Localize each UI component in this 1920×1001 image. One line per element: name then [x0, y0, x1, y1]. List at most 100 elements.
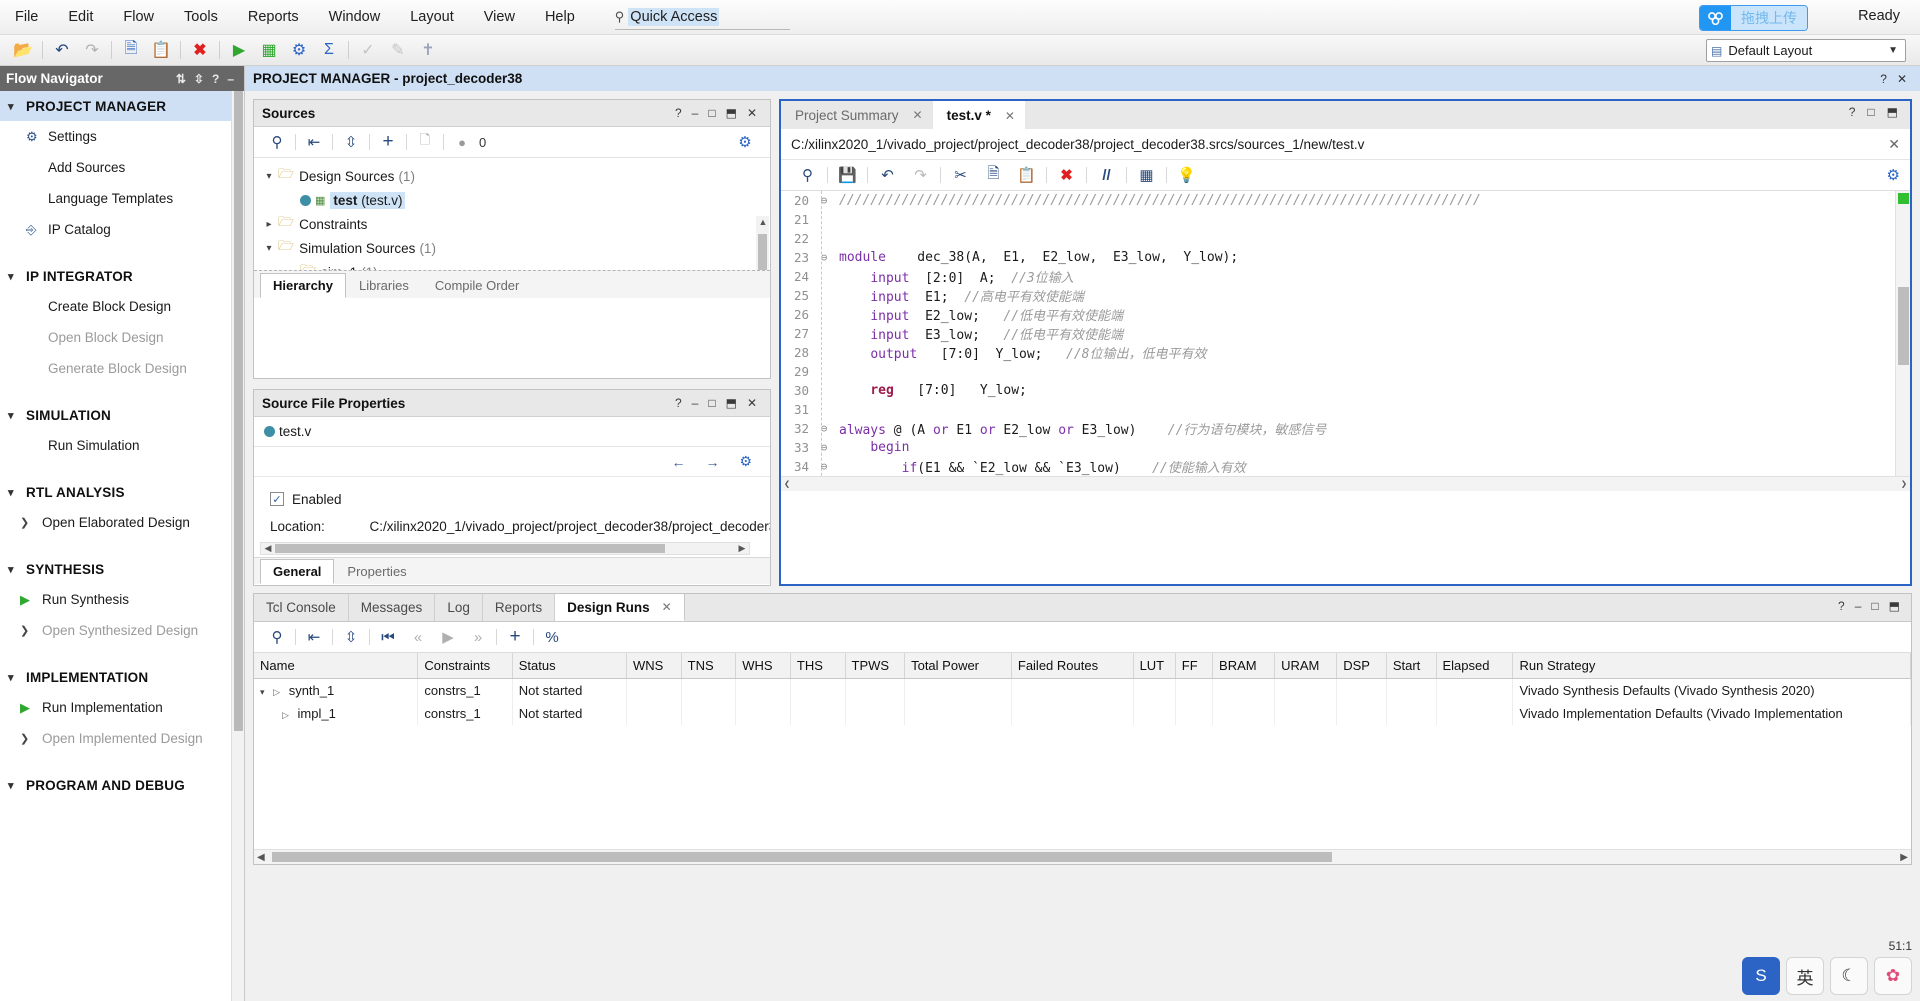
forward-arrow-icon[interactable]: →: [695, 454, 729, 470]
close-icon[interactable]: ✕: [742, 396, 762, 410]
sidebar-item-run-simulation[interactable]: Run Simulation: [0, 430, 244, 461]
sidebar-section-program-and-debug[interactable]: ▾ PROGRAM AND DEBUG: [0, 770, 244, 800]
play-icon[interactable]: ▶: [433, 625, 463, 649]
menu-item-file[interactable]: File: [0, 5, 53, 29]
paste-icon[interactable]: 📋: [1010, 163, 1043, 187]
collapse-all-icon[interactable]: ⇤: [299, 625, 329, 649]
plus-icon[interactable]: +: [500, 625, 530, 649]
menu-item-view[interactable]: View: [469, 5, 530, 29]
copy-icon[interactable]: 🗎: [116, 37, 146, 63]
col-elapsed[interactable]: Elapsed: [1436, 653, 1514, 679]
scroll-left-arrow-icon[interactable]: ◀: [257, 852, 265, 863]
scroll-left-arrow-icon[interactable]: ❮: [784, 479, 790, 490]
next-icon[interactable]: »: [463, 625, 493, 649]
close-x-icon[interactable]: ✖: [185, 37, 215, 63]
tab-hierarchy[interactable]: Hierarchy: [260, 273, 346, 298]
sfp-settings-gear-icon[interactable]: ⚙: [729, 453, 762, 470]
fold-minus-icon[interactable]: ⊖: [815, 251, 833, 264]
expand-all-icon[interactable]: ⇳: [336, 625, 366, 649]
table-row[interactable]: ▷ impl_1 constrs_1 Not started Vivado Im…: [254, 702, 1911, 725]
sidebar-section-implementation[interactable]: ▾ IMPLEMENTATION: [0, 662, 244, 692]
close-tab-icon[interactable]: ✕: [1005, 109, 1015, 123]
table-row[interactable]: ▾ ▷ synth_1 constrs_1 Not started Vivado…: [254, 678, 1911, 702]
col-constraints[interactable]: Constraints: [417, 653, 513, 679]
upload-badge[interactable]: 拖拽上传: [1699, 5, 1808, 31]
tab-reports[interactable]: Reports: [483, 594, 556, 621]
sidebar-item-open-implemented-design[interactable]: ❯ Open Implemented Design: [0, 723, 244, 754]
first-icon[interactable]: ⏮: [373, 625, 403, 649]
col-ff[interactable]: FF: [1175, 653, 1214, 679]
code-vertical-scrollbar[interactable]: [1895, 191, 1910, 491]
code-horizontal-scrollbar[interactable]: ❮ ❯: [781, 476, 1910, 491]
menu-item-tools[interactable]: Tools: [169, 5, 233, 29]
close-tab-icon[interactable]: ✕: [913, 108, 923, 122]
menu-item-help[interactable]: Help: [530, 5, 590, 29]
tab-tcl-console[interactable]: Tcl Console: [254, 594, 349, 621]
tab-test-v[interactable]: test.v * ✕: [932, 101, 1025, 129]
scroll-right-arrow-icon[interactable]: ❯: [1901, 479, 1907, 490]
col-tns[interactable]: TNS: [681, 653, 737, 679]
sidebar-section-synthesis[interactable]: ▾ SYNTHESIS: [0, 554, 244, 584]
code-scroll-thumb[interactable]: [1898, 287, 1909, 365]
menu-item-edit[interactable]: Edit: [53, 5, 108, 29]
sidebar-item-open-elaborated-design[interactable]: ❯ Open Elaborated Design: [0, 507, 244, 538]
sidebar-item-run-synthesis[interactable]: ▶ Run Synthesis: [0, 584, 244, 615]
sidebar-item-settings[interactable]: ⚙ Settings: [0, 121, 244, 152]
chevron-down-icon[interactable]: ▾: [260, 171, 278, 182]
sidebar-section-simulation[interactable]: ▾ SIMULATION: [0, 400, 244, 430]
sfp-horizontal-scrollbar[interactable]: ◀ ▶: [260, 542, 750, 555]
sidebar-item-add-sources[interactable]: Add Sources: [0, 152, 244, 183]
settings-gear-icon[interactable]: ⚙: [284, 37, 314, 63]
col-total-power[interactable]: Total Power: [904, 653, 1012, 679]
col-failed-routes[interactable]: Failed Routes: [1011, 653, 1134, 679]
collapse-all-icon[interactable]: ⇅: [172, 72, 190, 86]
sogou-icon[interactable]: S: [1742, 957, 1780, 995]
help-icon[interactable]: ?: [1875, 72, 1892, 86]
sidebar-item-generate-block-design[interactable]: Generate Block Design: [0, 353, 244, 384]
fold-minus-icon[interactable]: ⊖: [815, 194, 833, 207]
design-runs-scroll-thumb[interactable]: [272, 852, 1332, 862]
paste-icon[interactable]: 📋: [146, 37, 176, 63]
check-icon[interactable]: ✓: [353, 37, 383, 63]
sidebar-section-rtl-analysis[interactable]: ▾ RTL ANALYSIS: [0, 477, 244, 507]
save-icon[interactable]: 💾: [831, 163, 864, 187]
search-icon[interactable]: ⚲: [262, 625, 292, 649]
tree-item-test-module[interactable]: ▦ test (test.v): [260, 188, 770, 212]
sidebar-scroll-thumb[interactable]: [234, 91, 243, 731]
col-start[interactable]: Start: [1386, 653, 1437, 679]
chevron-down-icon[interactable]: ▾: [260, 243, 278, 254]
sidebar-item-open-synthesized-design[interactable]: ❯ Open Synthesized Design: [0, 615, 244, 646]
prev-icon[interactable]: «: [403, 625, 433, 649]
col-bram[interactable]: BRAM: [1212, 653, 1276, 679]
sidebar-item-create-block-design[interactable]: Create Block Design: [0, 291, 244, 322]
cut-icon[interactable]: ✂: [944, 163, 977, 187]
enabled-checkbox[interactable]: ✓: [270, 492, 284, 506]
float-icon[interactable]: ⬒: [1884, 599, 1905, 613]
help-icon[interactable]: ?: [208, 72, 223, 86]
scroll-right-arrow-icon[interactable]: ▶: [1900, 852, 1908, 863]
undo-icon[interactable]: ↶: [871, 163, 904, 187]
tab-compile-order[interactable]: Compile Order: [422, 273, 533, 298]
scroll-left-arrow-icon[interactable]: ◀: [262, 543, 274, 554]
col-name[interactable]: Name: [254, 653, 419, 679]
chevron-right-icon[interactable]: ▸: [282, 267, 300, 271]
fold-minus-icon[interactable]: ⊖: [815, 422, 833, 435]
maximize-icon[interactable]: □: [1866, 599, 1883, 613]
percent-icon[interactable]: %: [537, 625, 567, 649]
scroll-up-arrow-icon[interactable]: ▲: [758, 217, 768, 227]
maximize-icon[interactable]: □: [1861, 105, 1880, 119]
menu-item-window[interactable]: Window: [314, 5, 396, 29]
close-icon[interactable]: ✕: [742, 106, 762, 120]
col-run-strategy[interactable]: Run Strategy: [1512, 653, 1911, 679]
help-icon[interactable]: ?: [670, 396, 687, 410]
collapse-all-icon[interactable]: ⇤: [299, 130, 329, 154]
quick-access-search[interactable]: ⚲ Quick Access: [614, 4, 790, 30]
expand-all-icon[interactable]: ⇳: [336, 130, 366, 154]
fold-minus-icon[interactable]: ⊖: [815, 460, 833, 473]
tab-libraries[interactable]: Libraries: [346, 273, 422, 298]
menu-item-layout[interactable]: Layout: [395, 5, 469, 29]
sources-scroll-thumb[interactable]: [758, 234, 767, 270]
sidebar-item-language-templates[interactable]: Language Templates: [0, 183, 244, 214]
table-icon[interactable]: ▦: [1130, 163, 1163, 187]
editor-settings-gear-icon[interactable]: ⚙: [1887, 166, 1900, 184]
